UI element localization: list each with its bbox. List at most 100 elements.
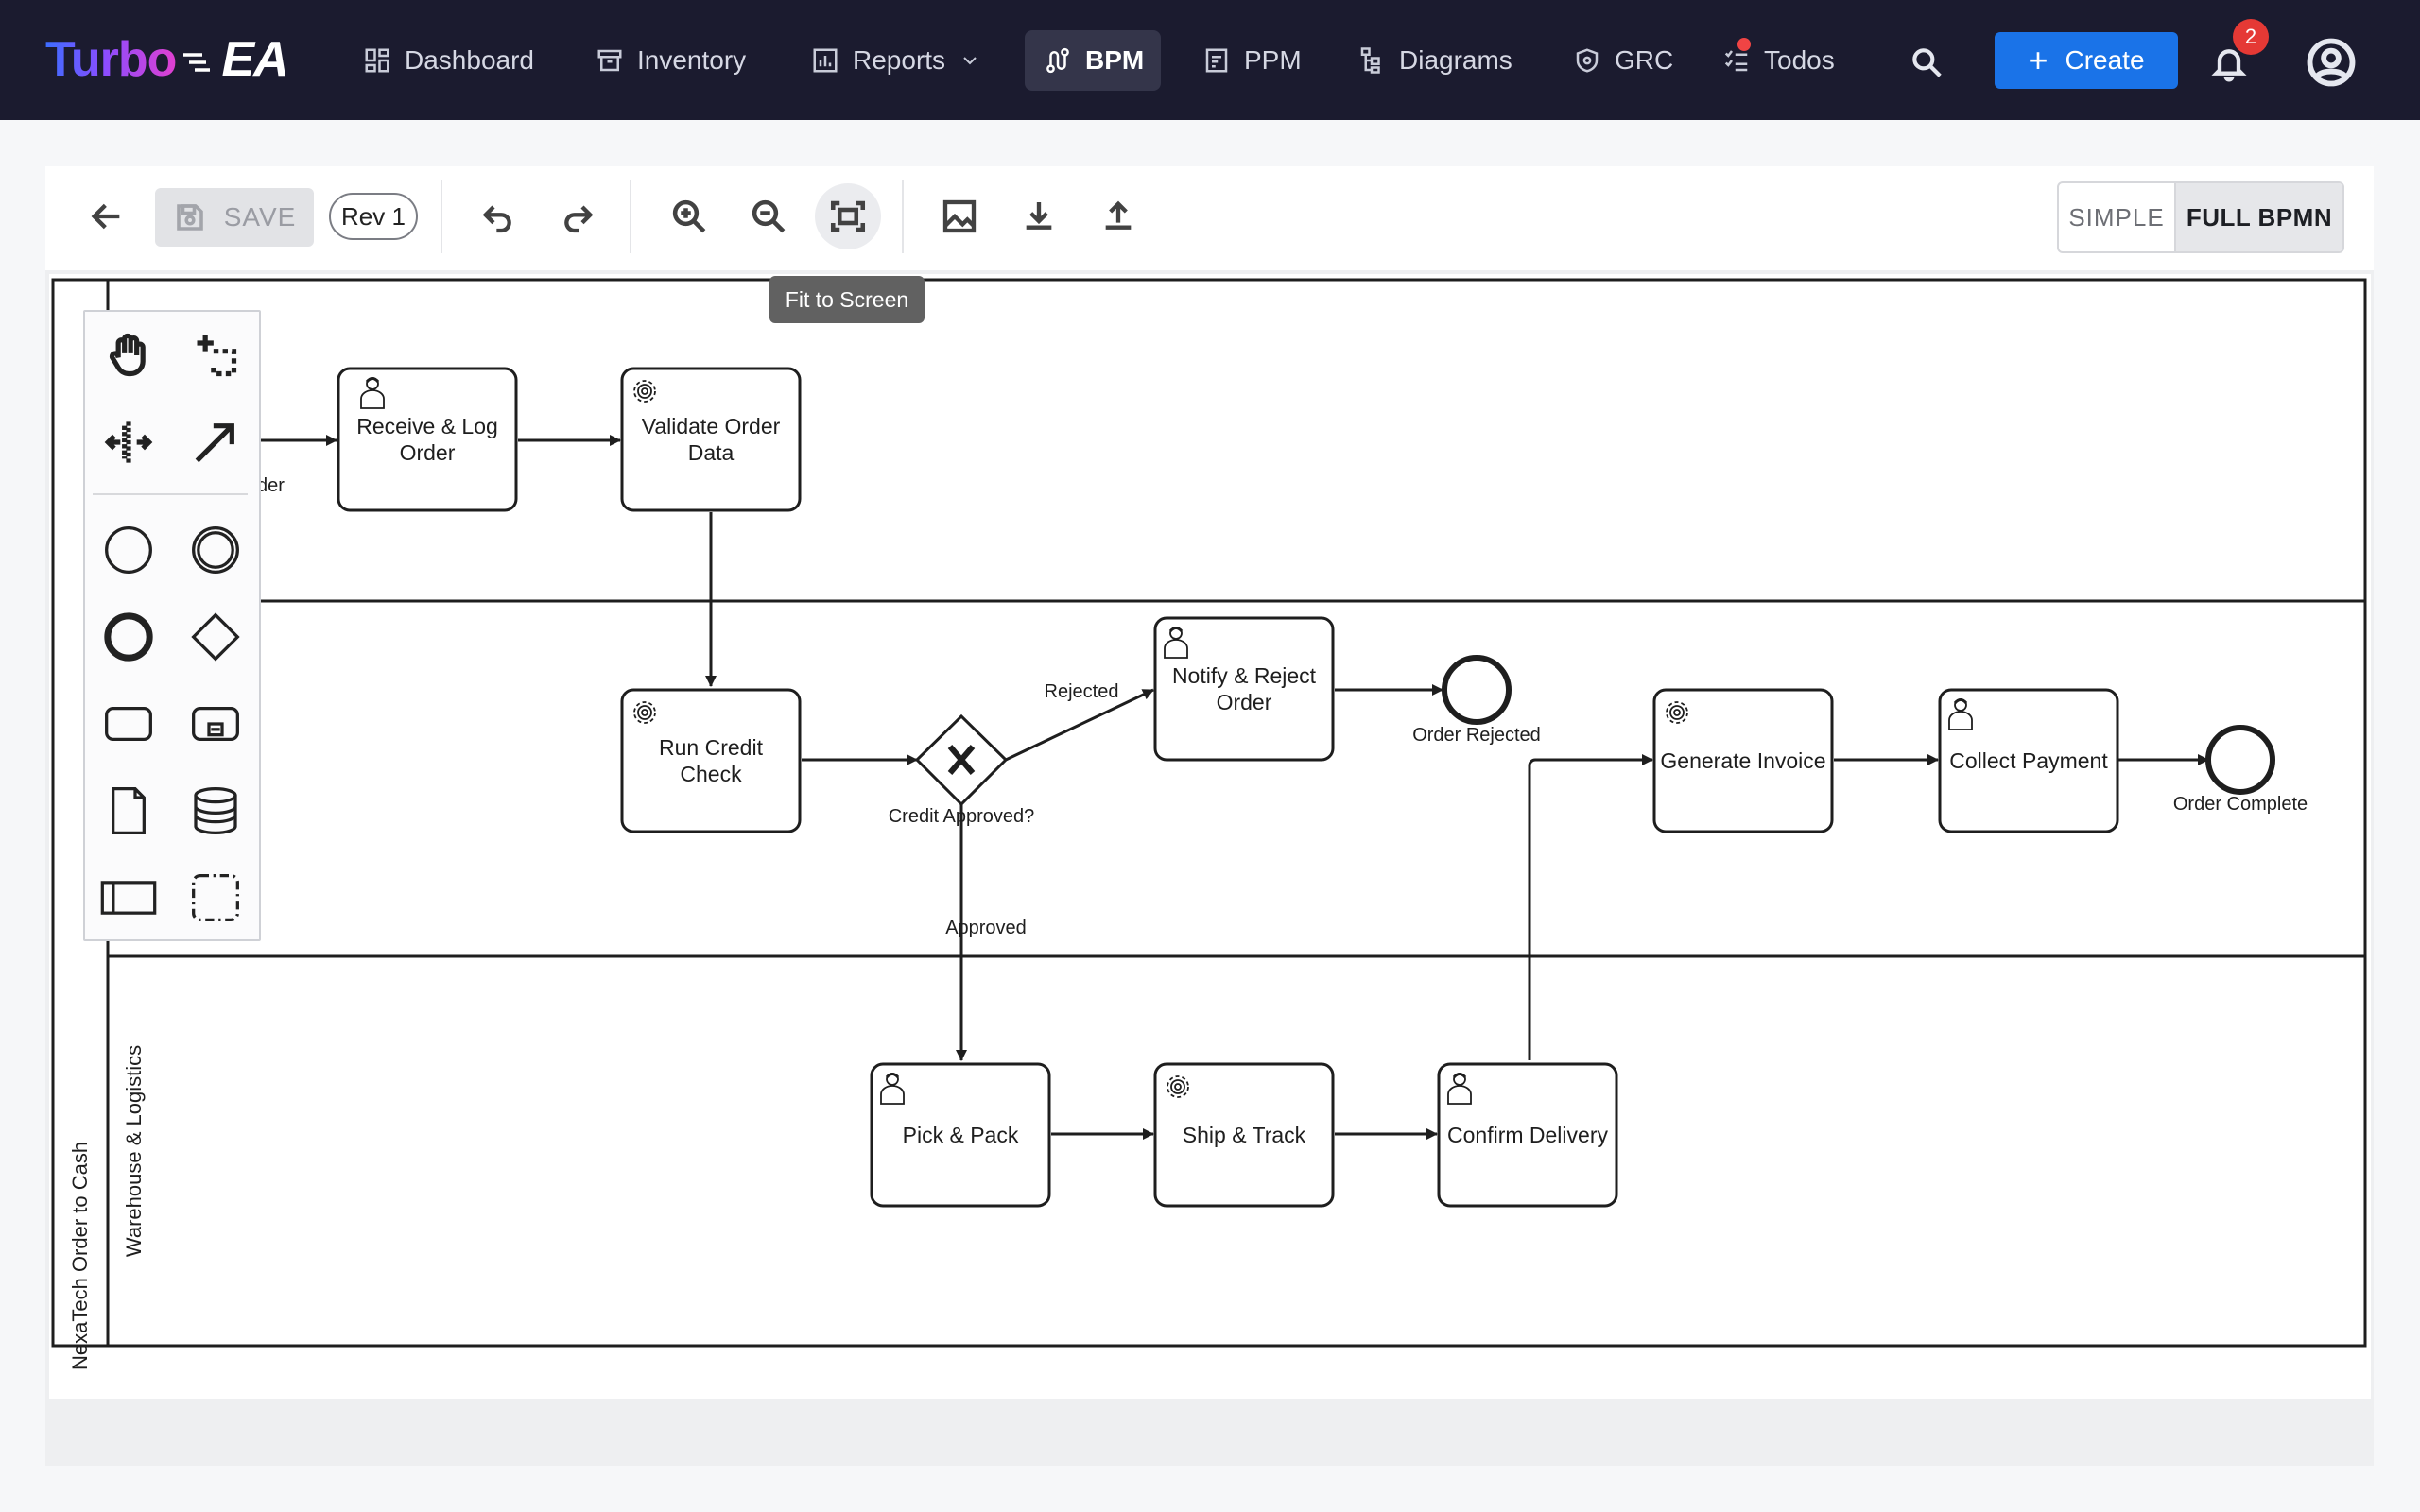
turbo-ea-logo[interactable]: Turbo EA (45, 26, 289, 93)
connect-arrow-icon (195, 423, 234, 463)
flow-label-rejected: Rejected (1045, 681, 1119, 702)
mode-full-bpmn-button[interactable]: FULL BPMN (2176, 183, 2342, 251)
logo-speed-lines-icon (183, 53, 211, 72)
nav-dashboard[interactable]: Dashboard (342, 30, 555, 91)
data-store-icon (194, 787, 237, 834)
account-button[interactable] (2305, 36, 2358, 89)
ppm-icon (1205, 48, 1228, 73)
fit-to-screen-button[interactable] (815, 183, 881, 249)
space-tool-icon (104, 421, 153, 463)
diagrams-hierarchy-icon (1360, 47, 1380, 74)
hand-tool[interactable] (98, 325, 159, 386)
pool-participant-icon (100, 881, 157, 915)
nav-todos[interactable]: Todos (1702, 30, 1856, 91)
subprocess-tool[interactable] (185, 694, 246, 754)
gateway-tool[interactable] (185, 607, 246, 667)
bpmn-canvas[interactable]: NexaTech Order to Cash Warehouse & Logis… (49, 274, 2371, 1399)
task-label: Validate Order Data (641, 414, 781, 465)
nav-grc[interactable]: GRC (1552, 30, 1694, 91)
zoom-in-icon (672, 199, 706, 233)
task-label: Collect Payment (1949, 748, 2108, 773)
back-button[interactable] (74, 183, 140, 249)
logo-turbo-text: Turbo (45, 32, 177, 87)
toolbar-divider (630, 180, 631, 253)
nav-ppm[interactable]: PPM (1182, 30, 1322, 91)
task-label: Receive & Log Order (356, 414, 498, 465)
data-object-tool[interactable] (98, 781, 159, 841)
inventory-icon (597, 49, 622, 72)
end-event-label-order-rejected: Order Rejected (1412, 725, 1541, 746)
bpmn-mode-toggle: SIMPLE FULL BPMN (2057, 181, 2344, 253)
nav-bpm-label: BPM (1085, 45, 1145, 75)
logo-ea-text: EA (221, 32, 288, 87)
flow-label-partial: der (257, 475, 285, 496)
lasso-tool[interactable] (185, 325, 246, 386)
pool-tool[interactable] (98, 868, 159, 928)
create-button-label: Create (2065, 45, 2145, 75)
subprocess-icon (192, 707, 239, 741)
nav-inventory-label: Inventory (637, 45, 747, 75)
end-event-order-complete[interactable] (2205, 725, 2275, 795)
exclusive-gateway[interactable] (914, 713, 1009, 807)
chevron-down-icon (963, 57, 977, 65)
end-event-tool[interactable] (98, 607, 159, 667)
task-label: Ship & Track (1182, 1123, 1306, 1147)
task-label: Confirm Delivery (1447, 1123, 1608, 1147)
notification-count-badge: 2 (2233, 19, 2269, 55)
task-tool[interactable] (98, 694, 159, 754)
upload-icon (1105, 200, 1132, 230)
nav-bpm[interactable]: BPM (1025, 30, 1161, 91)
flow-label-approved: Approved (945, 918, 1027, 938)
intermediate-event-icon (192, 526, 239, 574)
pool-label: NexaTech Order to Cash (68, 1142, 92, 1370)
save-button[interactable]: SAVE (155, 188, 314, 247)
bpm-route-icon (1046, 47, 1069, 74)
end-event-label-order-complete: Order Complete (2173, 794, 2308, 815)
nav-grc-label: GRC (1615, 45, 1674, 75)
export-image-button[interactable] (926, 183, 993, 249)
end-event-order-rejected[interactable] (1442, 655, 1512, 725)
fit-screen-icon (830, 200, 866, 232)
download-button[interactable] (1006, 183, 1072, 249)
group-tool[interactable] (185, 868, 246, 928)
zoom-out-button[interactable] (735, 183, 802, 249)
arrow-back-icon (91, 203, 120, 230)
nav-ppm-label: PPM (1244, 45, 1302, 75)
lasso-select-icon (197, 335, 237, 377)
undo-button[interactable] (465, 183, 531, 249)
nav-todos-label: Todos (1764, 45, 1835, 75)
nav-reports[interactable]: Reports (790, 30, 1002, 91)
intermediate-event-tool[interactable] (185, 520, 246, 580)
data-object-icon (112, 787, 146, 834)
search-button[interactable] (1900, 36, 1953, 89)
nav-dashboard-label: Dashboard (405, 45, 534, 75)
upload-button[interactable] (1085, 183, 1151, 249)
redo-button[interactable] (544, 183, 611, 249)
toolbar-divider (902, 180, 904, 253)
nav-reports-label: Reports (853, 45, 946, 75)
gateway-label: Credit Approved? (889, 806, 1035, 827)
redo-icon (564, 205, 594, 233)
revision-chip[interactable]: Rev 1 (329, 193, 418, 240)
start-event-icon (105, 526, 152, 574)
zoom-out-icon (752, 199, 786, 233)
connect-tool[interactable] (185, 412, 246, 472)
nav-diagrams[interactable]: Diagrams (1337, 30, 1533, 91)
space-tool[interactable] (98, 412, 159, 472)
search-icon (1912, 48, 1942, 77)
task-rectangle-icon (105, 707, 152, 741)
data-store-tool[interactable] (185, 781, 246, 841)
plus-icon: + (2028, 41, 2048, 79)
mode-simple-button[interactable]: SIMPLE (2059, 183, 2176, 251)
start-event-tool[interactable] (98, 520, 159, 580)
end-event-icon (104, 612, 153, 662)
fit-to-screen-tooltip: Fit to Screen (769, 276, 925, 323)
nav-diagrams-label: Diagrams (1399, 45, 1512, 75)
save-disk-icon (176, 204, 203, 231)
zoom-in-button[interactable] (656, 183, 722, 249)
create-button[interactable]: + Create (1995, 32, 2178, 89)
task-label: Notify & Reject Order (1171, 663, 1317, 714)
nav-inventory[interactable]: Inventory (575, 30, 767, 91)
toolbar-divider (441, 180, 442, 253)
flow-confirm-to-invoice (1528, 754, 1653, 1060)
